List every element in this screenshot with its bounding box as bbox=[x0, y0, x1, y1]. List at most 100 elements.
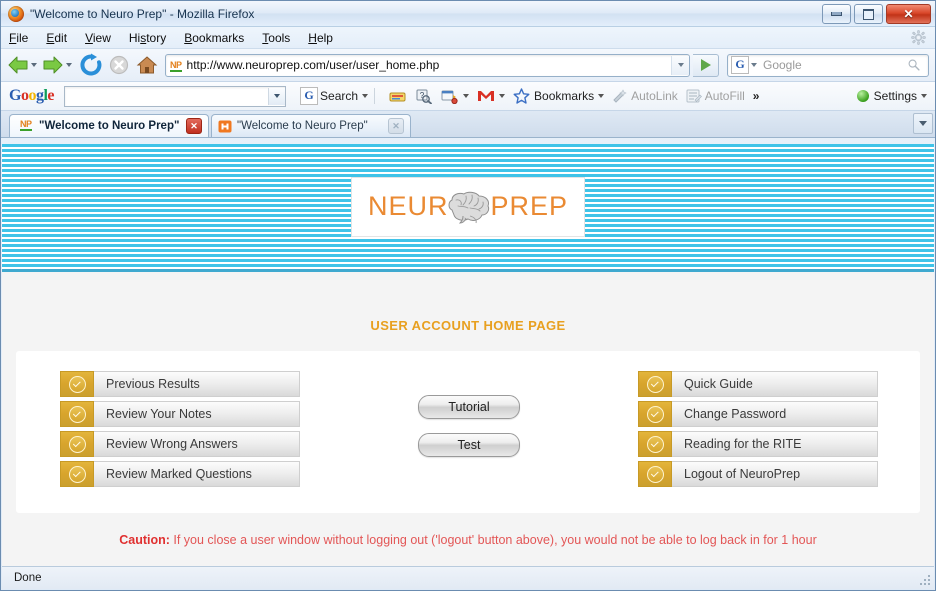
check-circle-icon bbox=[60, 461, 94, 487]
site-banner: NEUR PREP bbox=[2, 144, 934, 272]
menu-item-logout-of-neuroprep[interactable]: Logout of NeuroPrep bbox=[638, 461, 878, 487]
tab-close-button[interactable]: ✕ bbox=[186, 118, 202, 134]
menu-item-review-marked-questions[interactable]: Review Marked Questions bbox=[60, 461, 300, 487]
navigation-toolbar: NP http://www.neuroprep.com/user/user_ho… bbox=[1, 49, 935, 82]
stop-button bbox=[107, 53, 131, 77]
autolink-button[interactable]: AutoLink bbox=[612, 89, 678, 103]
right-menu-column: Quick Guide Change Password Reading for … bbox=[638, 371, 878, 487]
tab-close-button[interactable]: ✕ bbox=[388, 118, 404, 134]
google-search-dropdown-icon[interactable] bbox=[268, 87, 286, 105]
page-favicon: NP bbox=[170, 59, 182, 72]
check-circle-icon bbox=[638, 401, 672, 427]
chevron-down-icon[interactable] bbox=[362, 94, 369, 98]
settings-label: Settings bbox=[873, 89, 917, 103]
settings-dropdown-icon[interactable] bbox=[921, 94, 927, 98]
menu-item-previous-results[interactable]: Previous Results bbox=[60, 371, 300, 397]
test-button[interactable]: Test bbox=[418, 433, 520, 457]
tab-label: "Welcome to Neuro Prep" bbox=[237, 120, 368, 132]
search-input[interactable]: Google bbox=[757, 58, 904, 72]
tab-list-button[interactable] bbox=[913, 113, 933, 134]
autofill-label: AutoFill bbox=[704, 89, 745, 103]
menu-item-reading-for-the-rite[interactable]: Reading for the RITE bbox=[638, 431, 878, 457]
menu-history[interactable]: History bbox=[129, 31, 166, 45]
menu-bookmarks[interactable]: Bookmarks bbox=[184, 31, 244, 45]
google-search-label: Search bbox=[320, 89, 359, 103]
forward-dropdown-icon[interactable] bbox=[66, 63, 72, 67]
minimize-button[interactable] bbox=[822, 4, 851, 24]
menu-item-label: Reading for the RITE bbox=[672, 431, 878, 457]
menu-bar: File Edit View History Bookmarks Tools H… bbox=[1, 27, 935, 49]
url-text[interactable]: http://www.neuroprep.com/user/user_home.… bbox=[187, 58, 671, 72]
tab-welcome-to-neuro-prep-active[interactable]: NP "Welcome to Neuro Prep" ✕ bbox=[9, 114, 209, 137]
maximize-button[interactable] bbox=[854, 4, 883, 24]
menu-item-label: Previous Results bbox=[94, 371, 300, 397]
gmail-dropdown-icon[interactable] bbox=[499, 94, 506, 98]
left-menu-column: Previous Results Review Your Notes Revie… bbox=[60, 371, 300, 487]
tab-label: "Welcome to Neuro Prep" bbox=[39, 120, 180, 132]
menu-item-review-your-notes[interactable]: Review Your Notes bbox=[60, 401, 300, 427]
bookmarks-dropdown-icon[interactable] bbox=[598, 94, 605, 98]
autolink-label: AutoLink bbox=[631, 89, 678, 103]
status-bar: Done bbox=[2, 566, 934, 589]
caution-message: Caution: If you close a user window with… bbox=[2, 533, 934, 547]
wand-icon bbox=[613, 89, 627, 103]
chevron-down-icon bbox=[919, 121, 927, 126]
menu-help[interactable]: Help bbox=[308, 31, 333, 45]
caution-label: Caution: bbox=[119, 533, 170, 547]
home-button[interactable] bbox=[135, 53, 159, 77]
bookmarks-button[interactable]: Bookmarks bbox=[513, 88, 605, 104]
back-arrow-icon bbox=[8, 56, 28, 74]
back-dropdown-icon[interactable] bbox=[31, 63, 37, 67]
gmail-icon[interactable] bbox=[477, 89, 495, 103]
brain-illustration-icon bbox=[448, 191, 490, 223]
reload-button[interactable] bbox=[79, 53, 103, 77]
toolbar-overflow-button[interactable]: » bbox=[753, 89, 760, 103]
search-bar[interactable]: G Google bbox=[727, 53, 929, 77]
browser-window: "Welcome to Neuro Prep" - Mozilla Firefo… bbox=[0, 0, 936, 591]
logo-text-left: NEUR bbox=[367, 191, 449, 221]
lookup-icon[interactable]: ? bbox=[415, 89, 433, 104]
menu-file[interactable]: File bbox=[9, 31, 28, 45]
bookmarks-label: Bookmarks bbox=[534, 89, 595, 103]
star-icon bbox=[513, 88, 530, 104]
forward-arrow-icon bbox=[43, 56, 63, 74]
menu-item-change-password[interactable]: Change Password bbox=[638, 401, 878, 427]
url-history-dropdown-icon[interactable] bbox=[671, 55, 689, 75]
google-settings-button[interactable]: Settings bbox=[856, 89, 927, 103]
autofill-button[interactable]: AutoFill bbox=[686, 89, 745, 103]
caution-text: If you close a user window without loggi… bbox=[169, 533, 817, 547]
back-button[interactable] bbox=[7, 55, 42, 75]
resize-grip-icon[interactable] bbox=[918, 573, 932, 587]
google-g-icon: G bbox=[300, 87, 319, 105]
url-bar[interactable]: NP http://www.neuroprep.com/user/user_ho… bbox=[165, 53, 690, 77]
close-window-button[interactable]: ✕ bbox=[886, 4, 931, 24]
tutorial-button[interactable]: Tutorial bbox=[418, 395, 520, 419]
forward-button[interactable] bbox=[42, 55, 77, 75]
highlight-icon[interactable] bbox=[389, 89, 407, 104]
go-arrow-icon bbox=[700, 59, 711, 71]
reload-icon bbox=[80, 53, 102, 76]
close-icon: ✕ bbox=[903, 7, 914, 21]
check-circle-icon bbox=[638, 431, 672, 457]
tab-welcome-to-neuro-prep-inactive[interactable]: "Welcome to Neuro Prep" ✕ bbox=[211, 114, 411, 137]
menu-item-label: Logout of NeuroPrep bbox=[672, 461, 878, 487]
menu-item-review-wrong-answers[interactable]: Review Wrong Answers bbox=[60, 431, 300, 457]
menu-view[interactable]: View bbox=[85, 31, 111, 45]
gear-icon[interactable] bbox=[911, 30, 926, 45]
menu-item-quick-guide[interactable]: Quick Guide bbox=[638, 371, 878, 397]
popup-blocker-dropdown-icon[interactable] bbox=[463, 94, 470, 98]
home-icon bbox=[136, 56, 158, 74]
menu-tools[interactable]: Tools bbox=[262, 31, 290, 45]
go-button[interactable] bbox=[693, 53, 719, 77]
google-search-button[interactable]: G Search bbox=[294, 87, 369, 105]
google-toolbar: Google G Search ? Bookmarks AutoLink Aut… bbox=[1, 82, 935, 111]
menu-edit[interactable]: Edit bbox=[46, 31, 67, 45]
logo-text-right: PREP bbox=[490, 191, 569, 221]
google-search-input[interactable] bbox=[64, 85, 287, 107]
status-text: Done bbox=[14, 572, 42, 584]
search-icon[interactable] bbox=[904, 58, 924, 72]
search-engine-icon[interactable]: G bbox=[731, 56, 749, 74]
popup-blocker-icon[interactable] bbox=[441, 89, 459, 104]
menu-item-label: Review Marked Questions bbox=[94, 461, 300, 487]
generic-favicon-icon bbox=[218, 120, 232, 132]
